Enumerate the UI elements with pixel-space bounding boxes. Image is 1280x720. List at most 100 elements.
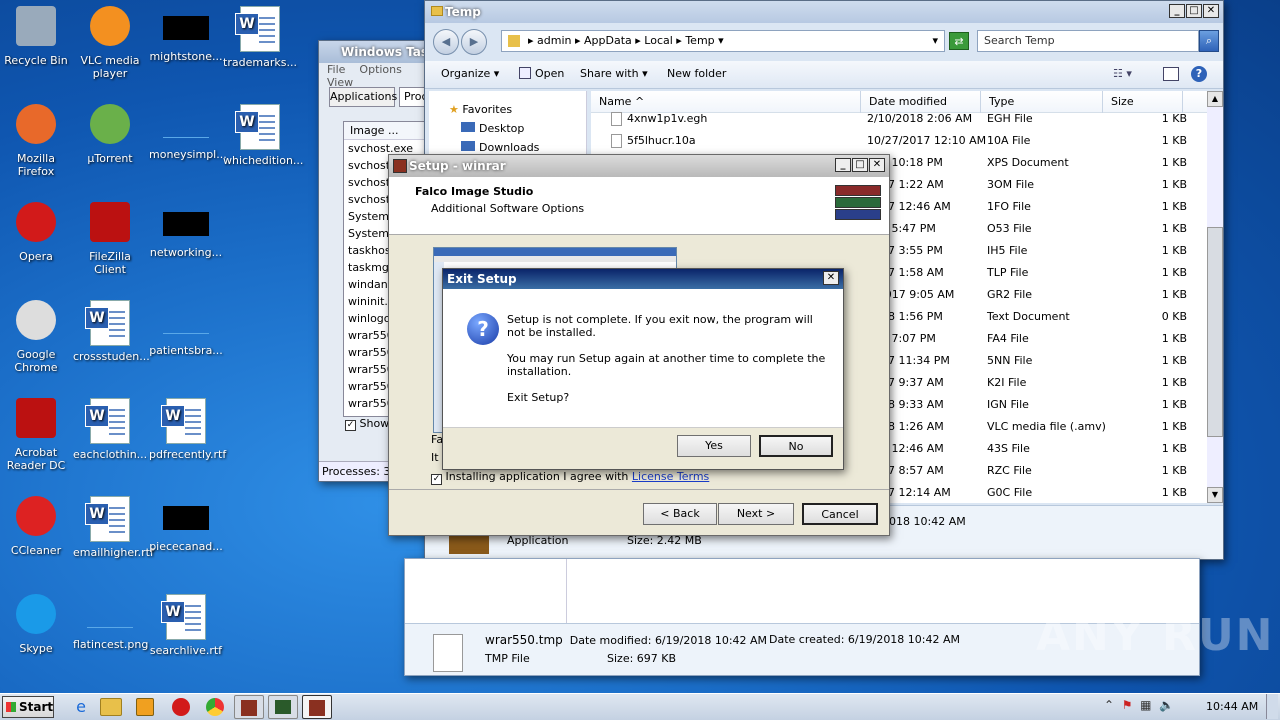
show-all-processes[interactable]: ✓ Show: [345, 417, 389, 431]
desktop-icon-label: VLC media player: [80, 54, 140, 80]
volume-icon[interactable]: 🔈: [1159, 698, 1174, 712]
setup-minimize-button[interactable]: _: [835, 158, 851, 172]
show-hidden-icons[interactable]: ⌃: [1104, 698, 1114, 712]
taskmgr-taskbar-icon[interactable]: [268, 695, 298, 719]
desktop-icon-22[interactable]: searchlive.rtf: [149, 594, 223, 657]
back-button[interactable]: ◀: [433, 29, 459, 55]
winrar-icon: [241, 700, 257, 716]
file-thumbnail-icon: [163, 16, 209, 40]
back-button[interactable]: < Back: [643, 503, 717, 525]
setup-taskbar-icon[interactable]: [302, 695, 332, 719]
no-button[interactable]: No: [759, 435, 833, 457]
desktop-icon-15[interactable]: eachclothin...: [73, 398, 147, 461]
minimize-button[interactable]: _: [1169, 4, 1185, 18]
desktop-icon-6[interactable]: moneysimpl...: [149, 104, 227, 161]
file-row[interactable]: 5f5lhucr.10a 10/27/2017 12:10 AM 10A File 1…: [591, 130, 1207, 152]
desktop-icon-21[interactable]: flatincest.png: [73, 594, 148, 651]
desktop-icon-12[interactable]: crossstuden...: [73, 300, 150, 363]
tab-applications[interactable]: Applications: [329, 87, 397, 107]
desktop-icon-3[interactable]: trademarks...: [223, 6, 297, 69]
close-button[interactable]: ✕: [1203, 4, 1219, 18]
desktop-icon-8[interactable]: Opera: [0, 202, 73, 263]
winrar-taskbar-icon[interactable]: [234, 695, 264, 719]
explorer-taskbar-icon[interactable]: [100, 698, 122, 716]
search-input[interactable]: Search Temp: [977, 30, 1199, 52]
flag-icon[interactable]: ⚑: [1122, 698, 1133, 712]
setup-close-button[interactable]: ✕: [869, 158, 885, 172]
breadcrumb[interactable]: ▸ admin ▸ AppData ▸ Local ▸ Temp ▾: [528, 34, 724, 47]
ie-icon[interactable]: e: [66, 695, 96, 719]
address-dropdown-icon[interactable]: ▾: [932, 31, 938, 51]
desktop-icon-5[interactable]: µTorrent: [73, 104, 147, 165]
license-terms-link[interactable]: License Terms: [632, 470, 709, 483]
show-label: Show: [359, 417, 390, 430]
desktop-icon-label: moneysimpl...: [149, 148, 227, 161]
start-button[interactable]: Start: [2, 696, 54, 718]
crumb-local[interactable]: Local: [644, 34, 673, 47]
scroll-up-arrow[interactable]: ▲: [1207, 91, 1223, 107]
desktop-icon-7[interactable]: whichedition...: [223, 104, 303, 167]
maximize-button[interactable]: □: [1186, 4, 1202, 18]
agree-checkbox[interactable]: ✓: [431, 474, 442, 485]
desktop-icon-13[interactable]: patientsbra...: [149, 300, 223, 357]
forward-button[interactable]: ▶: [461, 29, 487, 55]
media-player-icon[interactable]: [136, 698, 154, 716]
share-with-button[interactable]: Share with ▾: [580, 67, 648, 80]
cancel-button[interactable]: Cancel: [802, 503, 878, 525]
desktop-icon-10[interactable]: networking...: [149, 202, 223, 259]
address-bar[interactable]: ▸ admin ▸ AppData ▸ Local ▸ Temp ▾ ▾: [501, 30, 945, 52]
explorer-titlebar[interactable]: Temp: [425, 1, 1223, 23]
crumb-temp[interactable]: Temp: [685, 34, 714, 47]
clock[interactable]: 10:44 AM: [1206, 700, 1258, 713]
setup-subtitle: Additional Software Options: [431, 202, 585, 215]
opera-taskbar-icon[interactable]: [172, 698, 190, 716]
file-size: 1 KB: [1161, 156, 1187, 169]
refresh-button[interactable]: ⇄: [949, 32, 969, 50]
desktop-icon-4[interactable]: Mozilla Firefox: [0, 104, 73, 178]
recycle-bin-icon: [14, 6, 58, 50]
crumb-admin[interactable]: admin: [537, 34, 571, 47]
menu-file[interactable]: File: [327, 63, 345, 76]
nav-downloads[interactable]: Downloads: [461, 141, 539, 154]
desktop-icon-label: Acrobat Reader DC: [6, 446, 66, 472]
search-icon[interactable]: ⌕: [1199, 30, 1219, 52]
desktop-icon-14[interactable]: Acrobat Reader DC: [0, 398, 73, 472]
crumb-appdata[interactable]: AppData: [584, 34, 632, 47]
new-folder-button[interactable]: New folder: [667, 67, 726, 80]
vertical-scrollbar[interactable]: ▲ ▼: [1207, 91, 1223, 503]
exit-setup-dialog[interactable]: Exit Setup ✕ ? Setup is not complete. If…: [442, 268, 844, 470]
desktop-icon-17[interactable]: CCleaner: [0, 496, 73, 557]
setup-titlebar[interactable]: Setup - winrar: [389, 155, 889, 177]
scroll-down-arrow[interactable]: ▼: [1207, 487, 1223, 503]
desktop-icon-11[interactable]: Google Chrome: [0, 300, 73, 374]
scroll-thumb[interactable]: [1207, 227, 1223, 437]
desktop-icon-2[interactable]: mightstone...: [149, 6, 223, 63]
exit-titlebar[interactable]: Exit Setup: [443, 269, 843, 289]
task-manager-titlebar[interactable]: Windows Task: [319, 41, 437, 63]
network-icon[interactable]: ▦: [1140, 698, 1151, 712]
agree-checkbox-row[interactable]: ✓ Installing application I agree with Li…: [431, 470, 709, 485]
desktop-icon-20[interactable]: Skype: [0, 594, 73, 655]
open-button[interactable]: Open: [519, 67, 564, 80]
nav-desktop[interactable]: Desktop: [461, 122, 524, 135]
show-desktop-button[interactable]: [1266, 694, 1278, 719]
yes-button[interactable]: Yes: [677, 435, 751, 457]
desktop-icon-18[interactable]: emailhigher.rtf: [73, 496, 154, 559]
desktop-icon-0[interactable]: Recycle Bin: [0, 6, 73, 67]
menu-options[interactable]: Options: [359, 63, 401, 76]
desktop-icon-16[interactable]: pdfrecently.rtf: [149, 398, 226, 461]
file-row[interactable]: 4xnw1p1v.egh 2/10/2018 2:06 AM EGH File 1 K…: [591, 108, 1207, 130]
desktop-icon-19[interactable]: piececanad...: [149, 496, 223, 553]
help-icon[interactable]: ?: [1191, 66, 1207, 82]
exit-close-button[interactable]: ✕: [823, 271, 839, 285]
organize-button[interactable]: Organize ▾: [441, 67, 499, 80]
checkbox[interactable]: ✓: [345, 420, 356, 431]
nav-favorites[interactable]: ★ Favorites: [449, 103, 512, 116]
preview-pane-icon[interactable]: [1163, 67, 1179, 81]
chrome-taskbar-icon[interactable]: [206, 698, 224, 716]
desktop-icon-1[interactable]: VLC media player: [73, 6, 147, 80]
desktop-icon-9[interactable]: FileZilla Client: [73, 202, 147, 276]
view-options-icon[interactable]: ☷ ▾: [1113, 67, 1132, 80]
setup-maximize-button[interactable]: □: [852, 158, 868, 172]
next-button[interactable]: Next >: [718, 503, 794, 525]
